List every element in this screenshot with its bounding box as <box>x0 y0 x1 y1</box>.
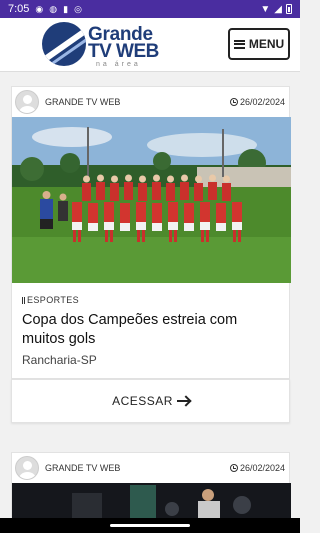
post-date: 26/02/2024 <box>229 97 285 107</box>
logo-text-line2: TV WEB <box>88 41 159 62</box>
post-date-text: 26/02/2024 <box>239 97 285 107</box>
post-meta: GRANDE TV WEB 26/02/2024 <box>12 87 289 117</box>
post-category-label: ESPORTES <box>27 295 80 305</box>
team-photo-image <box>12 117 291 283</box>
post-photo[interactable] <box>12 483 291 519</box>
site-header: Grande TV WEB na área MENU <box>0 18 300 72</box>
post-location: Rancharia-SP <box>22 353 97 367</box>
category-icon <box>22 296 25 304</box>
access-label: ACESSAR <box>112 394 173 408</box>
post-photo[interactable] <box>12 117 291 283</box>
post-card[interactable]: GRANDE TV WEB 26/02/2024 <box>11 452 291 522</box>
post-date-text: 26/02/2024 <box>239 463 285 473</box>
logo-emblem-icon <box>42 22 86 66</box>
status-time: 7:05 <box>8 3 30 15</box>
author-avatar <box>15 90 39 114</box>
hamburger-icon <box>233 39 245 49</box>
post-title[interactable]: Copa dos Campeões estreia com muitos gol… <box>22 311 279 349</box>
author-avatar <box>15 456 39 480</box>
post-author: GRANDE TV WEB <box>45 463 121 473</box>
post-category[interactable]: ESPORTES <box>22 295 289 305</box>
battery-icon <box>286 4 292 14</box>
post-card[interactable]: GRANDE TV WEB 26/02/2024 <box>11 86 291 379</box>
clock-icon <box>229 464 238 472</box>
wifi-calling-icon: ◎ <box>74 3 82 14</box>
home-gesture-handle[interactable] <box>110 524 190 527</box>
site-logo[interactable]: Grande TV WEB na área <box>42 22 167 68</box>
post-date: 26/02/2024 <box>229 463 285 473</box>
system-nav-bar <box>0 518 300 533</box>
notification-icon: ◉ <box>35 3 44 14</box>
status-bar: 7:05 ◉ ◍ ▮ ◎ ▼ ◢ <box>0 0 300 18</box>
wifi-icon: ▼ <box>260 3 271 15</box>
menu-label: MENU <box>248 37 285 51</box>
post-author: GRANDE TV WEB <box>45 97 121 107</box>
file-icon: ▮ <box>63 3 69 14</box>
signal-icon: ◢ <box>274 3 282 15</box>
post-meta: GRANDE TV WEB 26/02/2024 <box>12 453 289 483</box>
logo-tagline: na área <box>96 61 141 68</box>
access-button[interactable]: ACESSAR <box>11 379 290 423</box>
concert-photo-image <box>12 483 291 519</box>
arrow-right-icon <box>176 400 189 402</box>
vpn-icon: ◍ <box>49 3 58 14</box>
menu-button[interactable]: MENU <box>228 28 290 60</box>
clock-icon <box>229 98 238 106</box>
